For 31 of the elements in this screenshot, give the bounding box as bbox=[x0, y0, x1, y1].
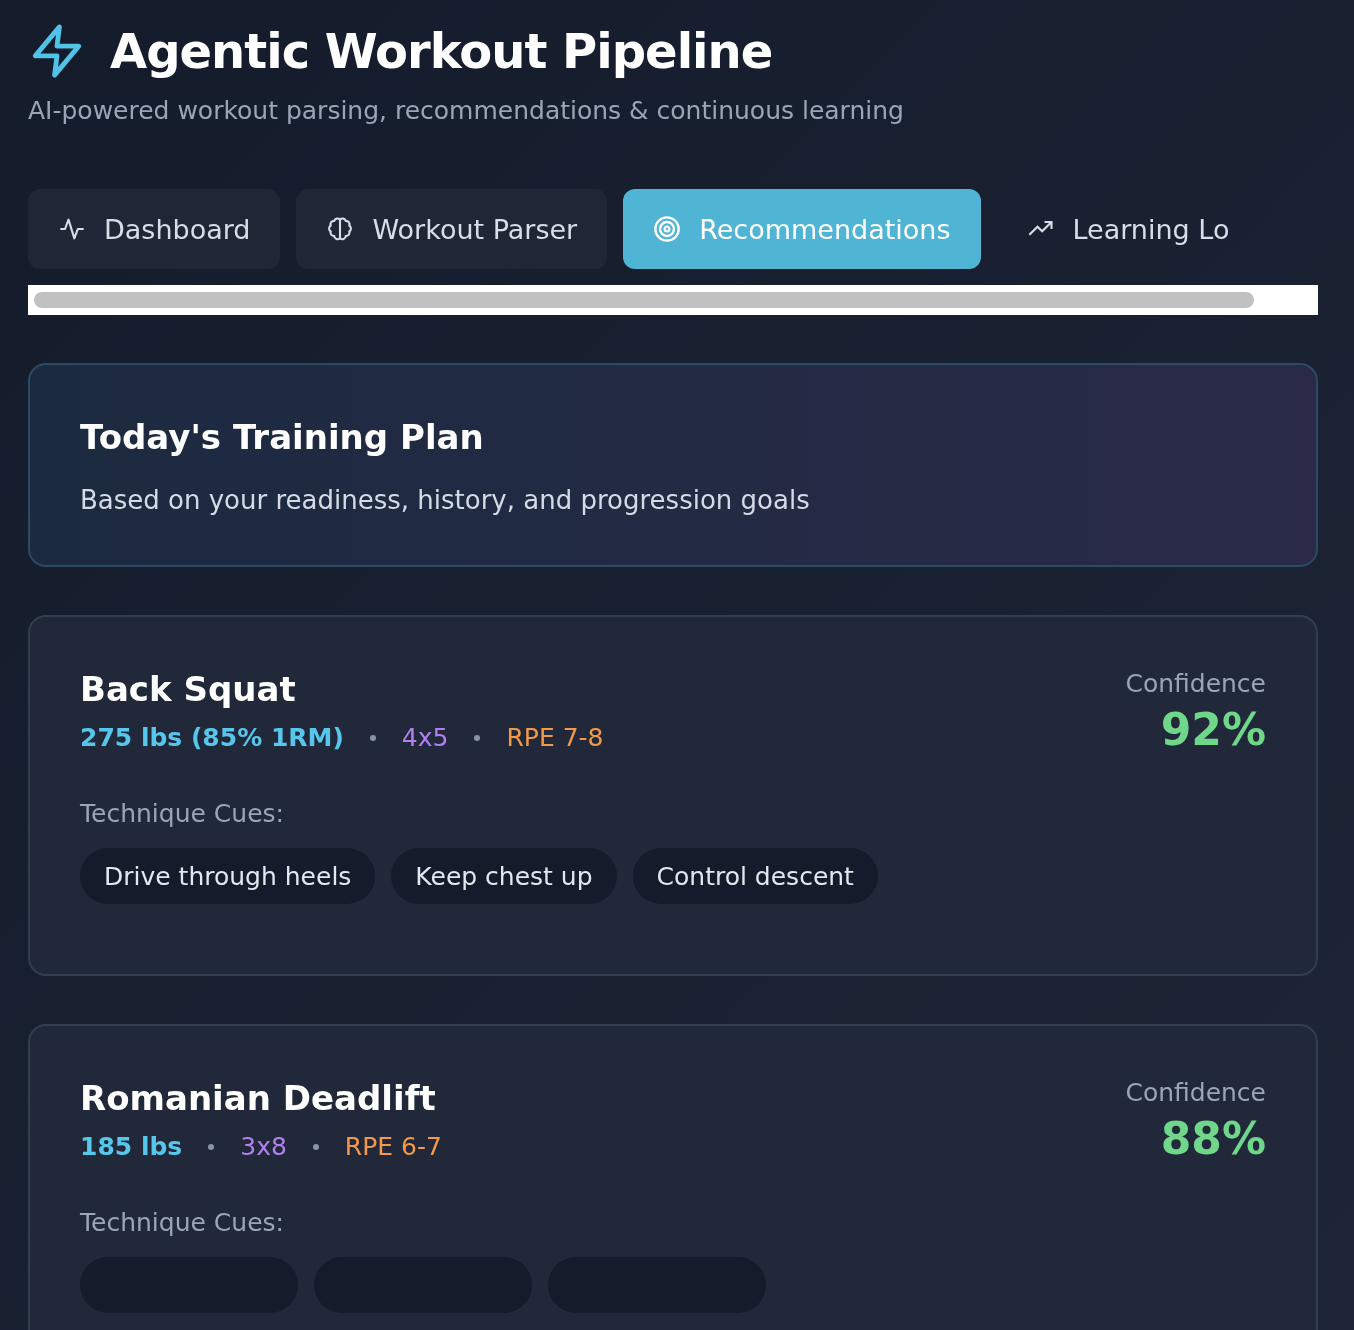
confidence-label: Confidence bbox=[1125, 1078, 1266, 1107]
scrollbar[interactable] bbox=[28, 285, 1318, 315]
exercise-sets: 3x8 bbox=[240, 1132, 287, 1161]
brain-icon bbox=[326, 215, 355, 243]
exercise-rpe: RPE 6-7 bbox=[344, 1132, 442, 1161]
cue-chip: Control descent bbox=[632, 848, 878, 904]
tab[interactable]: Workout Parser bbox=[296, 189, 608, 269]
confidence-label: Confidence bbox=[1125, 669, 1266, 698]
confidence-value: 88% bbox=[1160, 1113, 1266, 1164]
target-icon bbox=[653, 215, 682, 243]
separator-dot bbox=[474, 734, 481, 741]
app-subtitle: AI-powered workout parsing, recommendations & continuous learning bbox=[28, 96, 905, 125]
exercise-load: 185 lbs bbox=[80, 1132, 183, 1161]
exercise-rpe: RPE 7-8 bbox=[506, 723, 604, 752]
exercise-load: 275 lbs (85% 1RM) bbox=[80, 723, 344, 752]
cue-chip: Drive through heels bbox=[80, 848, 376, 904]
cues-label: Technique Cues: bbox=[80, 799, 285, 828]
app-title: Agentic Workout Pipeline bbox=[110, 23, 773, 79]
exercise-name: Back Squat bbox=[80, 669, 297, 709]
plan-subtitle: Based on your readiness, history, and progression goals bbox=[80, 485, 811, 515]
cues-label: Technique Cues: bbox=[80, 1208, 285, 1237]
separator-dot bbox=[208, 1143, 215, 1150]
exercise-sets: 4x5 bbox=[401, 723, 449, 752]
plan-title: Today's Training Plan bbox=[80, 417, 485, 457]
cue-chip: Keep chest up bbox=[391, 848, 617, 904]
tab[interactable]: Dashboard bbox=[28, 189, 281, 269]
confidence-value: 92% bbox=[1160, 704, 1266, 755]
exercise-name: Romanian Deadlift bbox=[80, 1078, 437, 1118]
separator-dot bbox=[312, 1143, 319, 1150]
tab[interactable]: Learning Lo bbox=[996, 189, 1260, 269]
separator-dot bbox=[369, 734, 376, 741]
